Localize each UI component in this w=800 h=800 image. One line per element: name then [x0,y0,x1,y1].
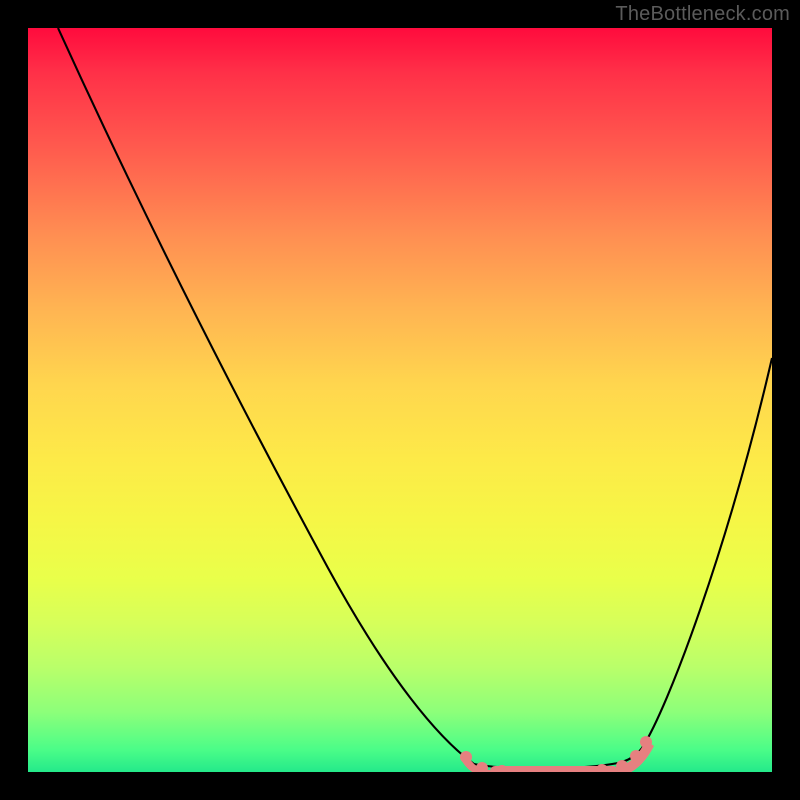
marker-dot [640,736,652,748]
plot-area [28,28,772,772]
marker-dot [460,751,472,763]
curve-layer [28,28,772,772]
marker-dot [616,760,628,772]
watermark-text: TheBottleneck.com [615,3,790,26]
bottleneck-curve-right [642,358,772,748]
bottleneck-curve-left [58,28,474,764]
marker-dot [476,762,488,772]
chart-frame: TheBottleneck.com [0,0,800,800]
marker-dot [630,750,642,762]
